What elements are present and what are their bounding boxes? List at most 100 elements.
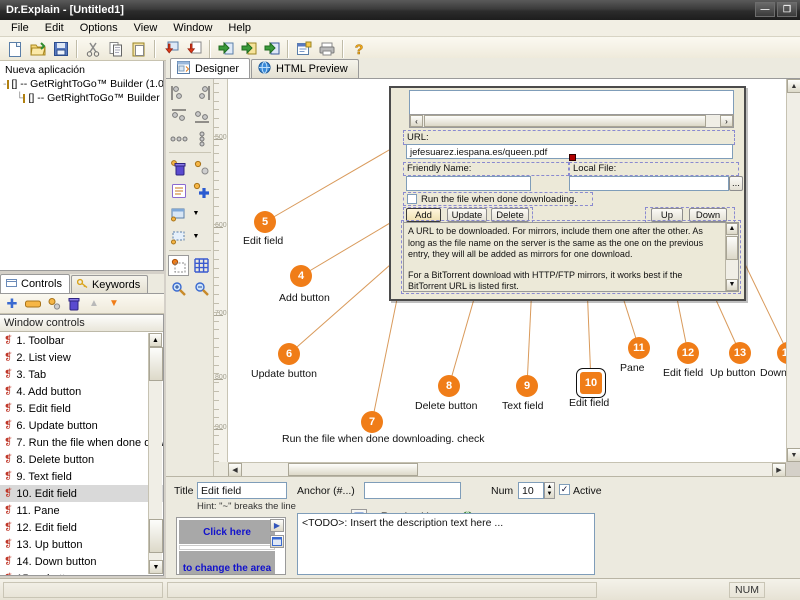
canvas-scroll-down-button[interactable]: ▼ (787, 448, 800, 462)
capture-window-dropdown-icon[interactable]: ▼ (191, 203, 201, 224)
export-rtf-icon[interactable] (261, 38, 283, 60)
anchor-input[interactable] (364, 482, 461, 499)
controls-list-item[interactable]: ❡15. ... button (0, 570, 163, 576)
tree-node-1[interactable]: └ [] -- GetRightToGo™ Builder (1.0) (0, 91, 163, 105)
controls-list-item[interactable]: ❡1. Toolbar (0, 332, 163, 349)
controls-list-item[interactable]: ❡7. Run the file when done download... (0, 434, 163, 451)
callout-bubble-10[interactable]: 10 (580, 372, 602, 394)
controls-list-item[interactable]: ❡2. List view (0, 349, 163, 366)
menu-item-options[interactable]: Options (73, 20, 125, 36)
controls-list-item[interactable]: ❡9. Text field (0, 468, 163, 485)
num-stepper-down[interactable]: ▼ (545, 491, 554, 499)
menu-item-edit[interactable]: Edit (38, 20, 71, 36)
num-stepper-up[interactable]: ▲ (545, 483, 554, 491)
callout-bubble-8[interactable]: 8 (438, 375, 460, 397)
controls-list-item[interactable]: ❡8. Delete button (0, 451, 163, 468)
canvas-scroll-right-button[interactable]: ▶ (772, 463, 786, 477)
import-window-icon[interactable] (160, 38, 182, 60)
num-input[interactable]: 10 (518, 482, 544, 499)
canvas-horizontal-scrollbar[interactable]: ◀ ▶ (228, 462, 786, 476)
copy-icon[interactable] (105, 38, 127, 60)
controls-list-item[interactable]: ❡5. Edit field (0, 400, 163, 417)
callout-bubble-14[interactable]: 14 (777, 342, 786, 364)
tree-root[interactable]: Nueva aplicación (0, 63, 163, 77)
align-left-icon[interactable] (168, 82, 189, 103)
tab-designer[interactable]: Designer (170, 58, 250, 78)
import-page-icon[interactable] (183, 38, 205, 60)
designer-canvas[interactable]: ‹ › URL: jefesuarez.iespana.es/queen.pdf… (228, 79, 786, 462)
save-icon[interactable] (50, 38, 72, 60)
capture-area-icon[interactable] (168, 226, 189, 247)
controls-list-item[interactable]: ❡13. Up button (0, 536, 163, 553)
menu-item-window[interactable]: Window (166, 20, 219, 36)
move-up-icon[interactable]: ▲ (86, 296, 102, 312)
description-scrollbar[interactable]: ▲ ▼ (725, 223, 738, 291)
open-folder-icon[interactable] (27, 38, 49, 60)
numbering-icon[interactable] (168, 180, 189, 201)
scroll-left-button[interactable]: ‹ (410, 115, 423, 127)
controls-list-scrollbar[interactable]: ▲ ▼ (148, 333, 162, 574)
controls-list[interactable]: Window controls ❡1. Toolbar❡2. List view… (0, 314, 164, 576)
hscroll-thumb[interactable] (424, 115, 706, 127)
distribute-vertical-icon[interactable] (191, 128, 212, 149)
scroll-up-button[interactable]: ▲ (149, 333, 162, 347)
controls-list-item[interactable]: ❡14. Down button (0, 553, 163, 570)
capture-area-dropdown-icon[interactable]: ▼ (191, 226, 201, 247)
callout-bubble-13[interactable]: 13 (729, 342, 751, 364)
cut-icon[interactable] (82, 38, 104, 60)
controls-list-item[interactable]: ❡10. Edit field (0, 485, 163, 502)
callout-bubble-9[interactable]: 9 (516, 375, 538, 397)
align-top-icon[interactable] (168, 105, 189, 126)
canvas-scroll-up-button[interactable]: ▲ (787, 79, 800, 93)
callout-bubble-4[interactable]: 4 (290, 265, 312, 287)
callout-bubble-11[interactable]: 11 (628, 337, 650, 359)
help-icon[interactable]: ? (348, 38, 370, 60)
move-down-icon[interactable]: ▼ (106, 296, 122, 312)
menu-item-help[interactable]: Help (221, 20, 258, 36)
tab-keywords[interactable]: Keywords (71, 275, 148, 293)
project-properties-icon[interactable] (293, 38, 315, 60)
thumbnail-pick-button[interactable] (270, 535, 284, 548)
callout-bubble-6[interactable]: 6 (278, 343, 300, 365)
zoom-in-icon[interactable] (168, 278, 189, 299)
tree-node-0[interactable]: - [] -- GetRightToGo™ Builder (1.0) (0, 77, 163, 91)
desc-scroll-down-button[interactable]: ▼ (726, 279, 738, 291)
run-when-done-checkbox[interactable] (407, 194, 417, 204)
canvas-vertical-scrollbar[interactable]: ▲ ▼ (786, 79, 800, 462)
controls-list-item[interactable]: ❡6. Update button (0, 417, 163, 434)
delete-callout-icon[interactable] (168, 157, 189, 178)
print-icon[interactable] (316, 38, 338, 60)
callout-bubble-12[interactable]: 12 (677, 342, 699, 364)
callout-bubble-5[interactable]: 5 (254, 211, 276, 233)
rename-control-icon[interactable] (24, 296, 42, 312)
callout-properties-icon[interactable] (191, 157, 212, 178)
controls-list-item[interactable]: ❡11. Pane (0, 502, 163, 519)
tab-html-preview[interactable]: HTML Preview (251, 59, 359, 78)
captured-screenshot[interactable]: ‹ › URL: jefesuarez.iespana.es/queen.pdf… (389, 86, 746, 301)
canvas-hscroll-thumb[interactable] (288, 463, 418, 476)
control-properties-icon[interactable] (46, 296, 62, 312)
friendly-name-input[interactable] (406, 176, 531, 191)
active-checkbox[interactable]: ✓ (559, 484, 570, 495)
browse-button[interactable]: ... (729, 176, 743, 191)
export-html-icon[interactable] (215, 38, 237, 60)
description-pane[interactable]: A URL to be downloaded. For mirrors, inc… (403, 222, 739, 292)
minimize-button[interactable]: — (755, 2, 775, 17)
export-chm-icon[interactable] (238, 38, 260, 60)
scroll-thumb[interactable] (149, 347, 163, 381)
distribute-horizontal-icon[interactable] (168, 128, 189, 149)
thumbnail-go-button[interactable]: ▶ (270, 519, 284, 532)
controls-list-item[interactable]: ❡4. Add button (0, 383, 163, 400)
scroll-thumb-lower[interactable] (149, 519, 163, 553)
restore-button[interactable]: ❐ (777, 2, 797, 17)
title-input[interactable]: Edit field (197, 482, 287, 499)
paste-icon[interactable] (128, 38, 150, 60)
description-textarea[interactable]: <TODO>: Insert the description text here… (297, 513, 595, 575)
file-list-hscrollbar[interactable]: ‹ › (409, 114, 734, 128)
align-right-icon[interactable] (191, 82, 212, 103)
project-tree[interactable]: Nueva aplicación - [] -- GetRightToGo™ B… (0, 61, 164, 271)
delete-control-icon[interactable] (66, 296, 82, 312)
new-document-icon[interactable] (4, 38, 26, 60)
desc-scroll-up-button[interactable]: ▲ (726, 223, 738, 235)
selection-handle[interactable] (569, 154, 576, 161)
